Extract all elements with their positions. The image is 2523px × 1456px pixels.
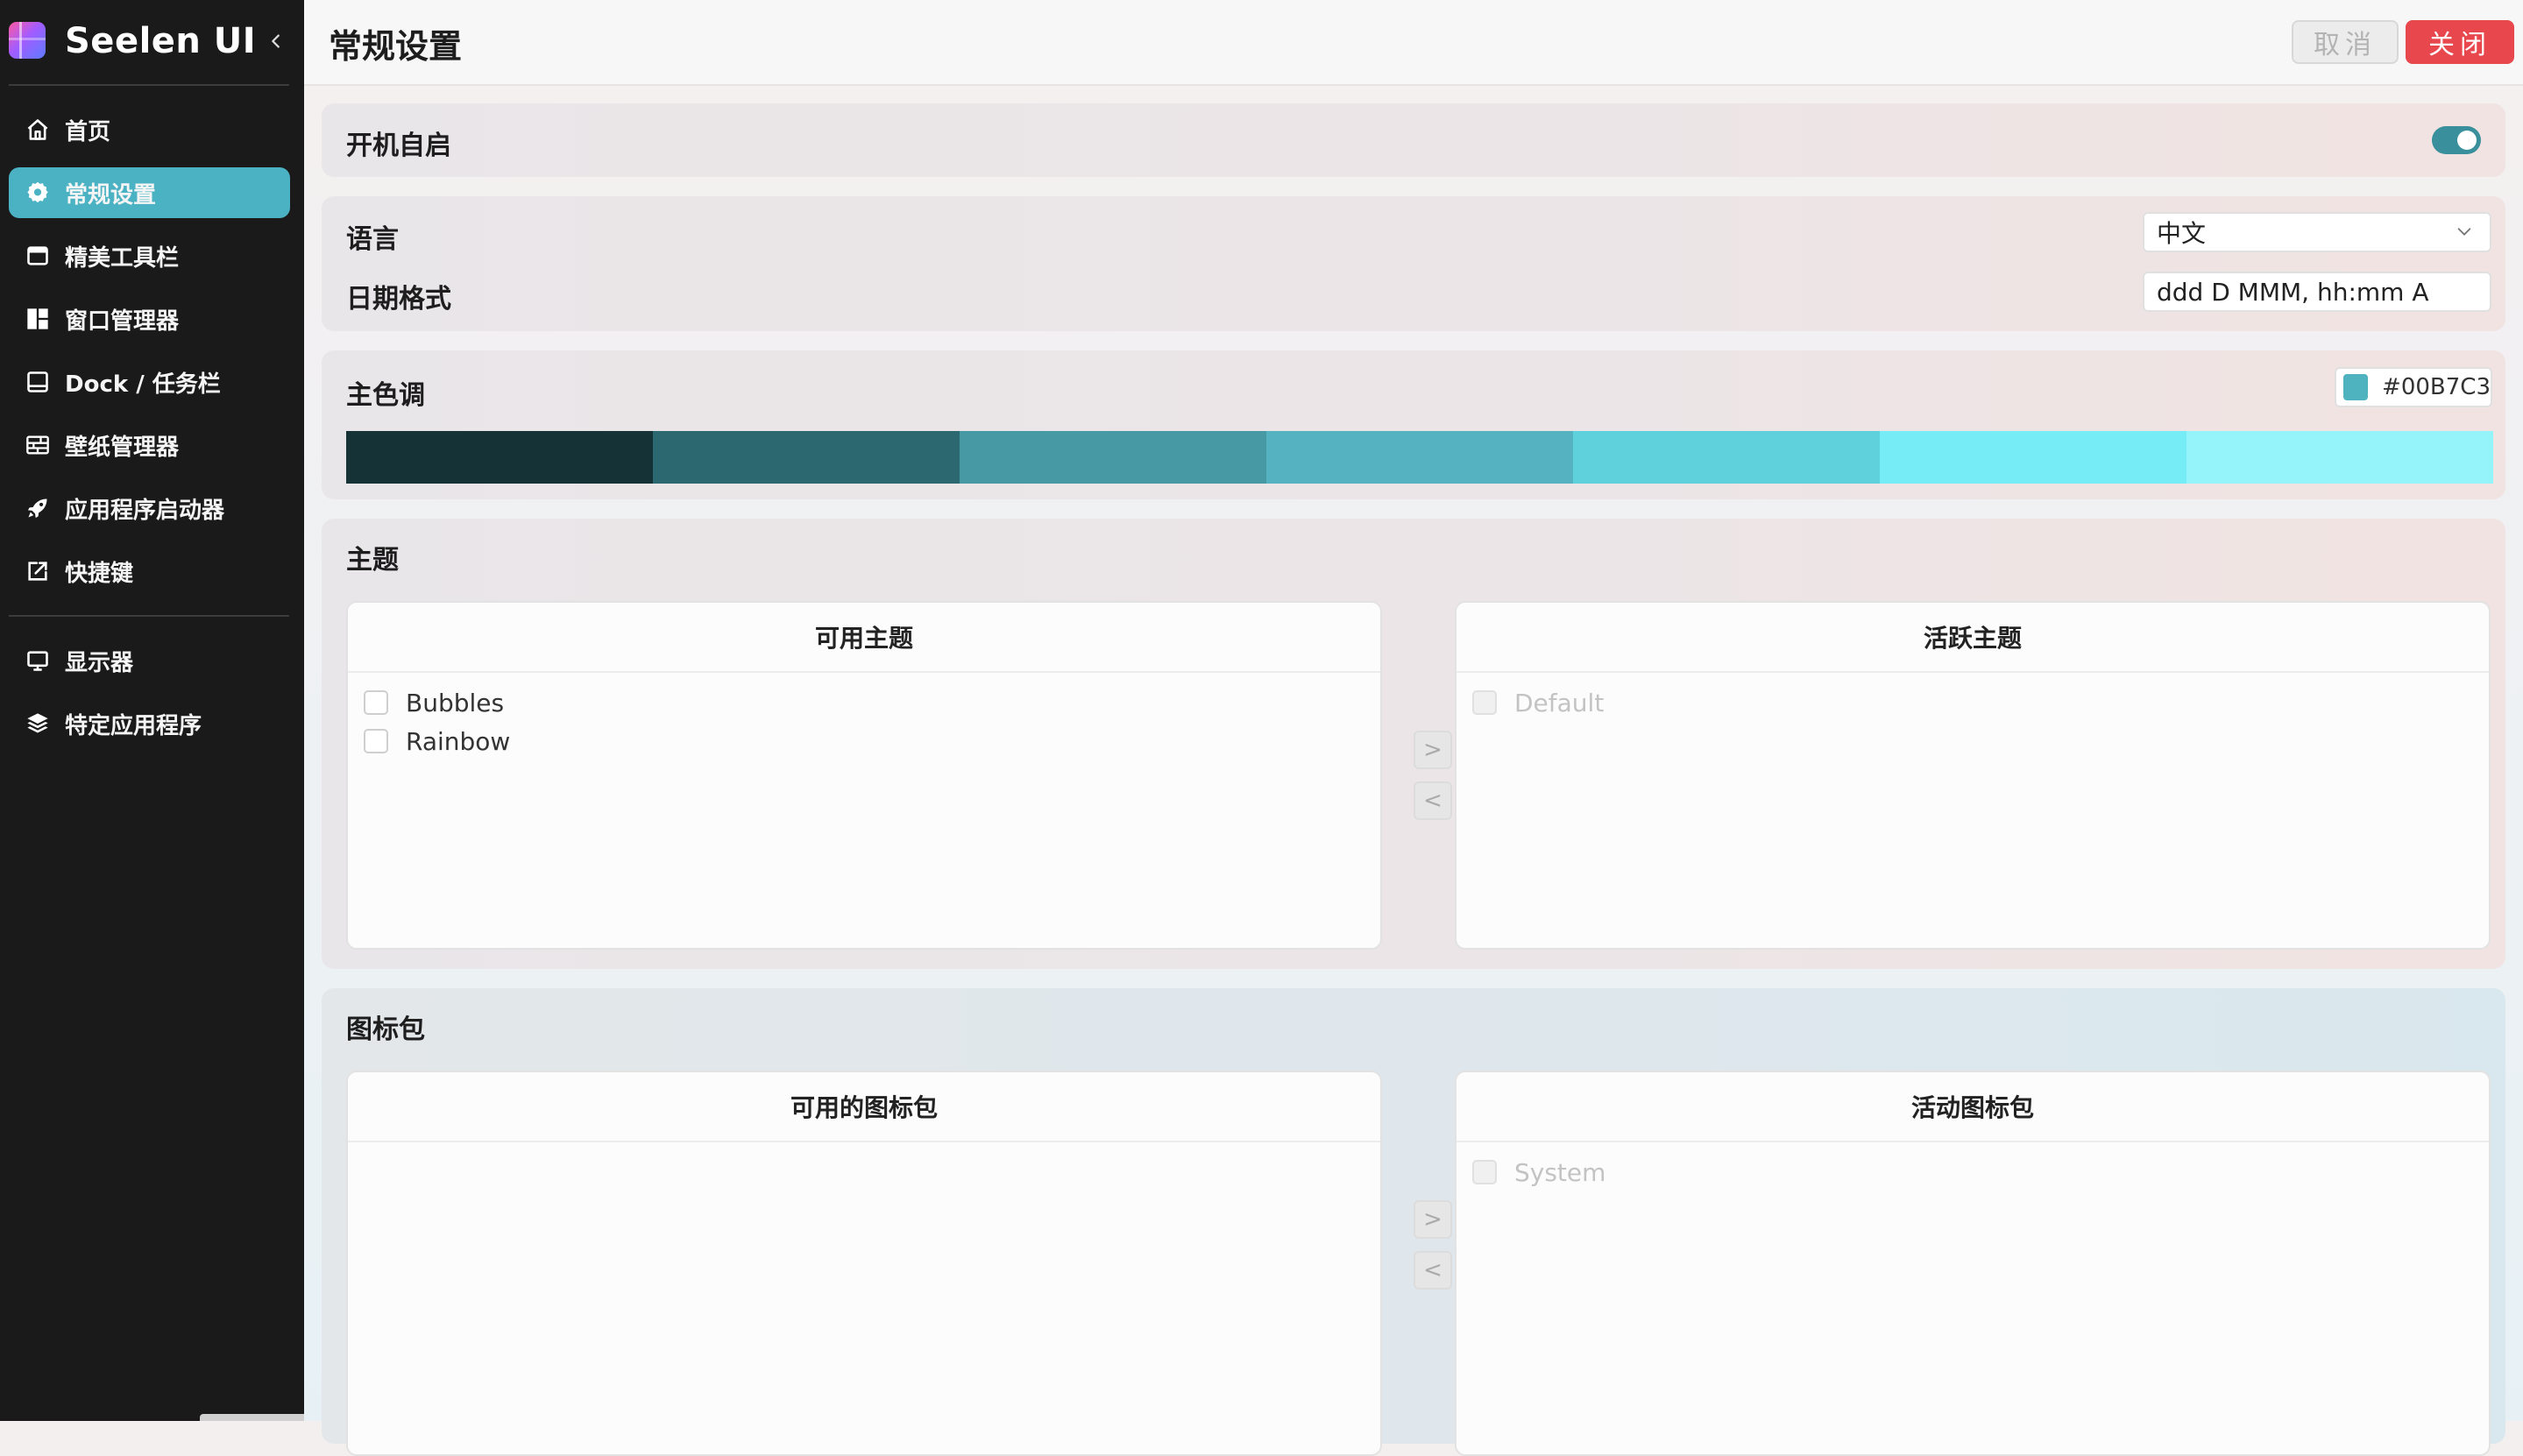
sidebar-item-label: 显示器 bbox=[65, 649, 134, 676]
accent-label: 主色调 bbox=[346, 380, 425, 411]
gear-icon bbox=[23, 178, 53, 208]
move-right-button[interactable]: > bbox=[1414, 1200, 1452, 1239]
chevron-left-icon bbox=[272, 34, 280, 48]
sidebar-item-monitors[interactable]: 显示器 bbox=[9, 635, 290, 686]
palette-swatch-2[interactable] bbox=[653, 431, 960, 484]
language-select[interactable]: 中文 bbox=[2143, 212, 2491, 252]
sidebar-item-label: 精美工具栏 bbox=[65, 244, 180, 272]
icon-packs-label: 图标包 bbox=[346, 1014, 425, 1045]
palette-swatch-1[interactable] bbox=[346, 431, 653, 484]
active-themes-title: 活跃主题 bbox=[1456, 603, 2489, 673]
settings-content: 开机自启 语言 中文 日期格式 ddd D MMM, hh:mm A 主色调 #… bbox=[304, 86, 2523, 1456]
sidebar-item-fancy-toolbar[interactable]: 精美工具栏 bbox=[9, 230, 290, 281]
move-right-button[interactable]: > bbox=[1414, 731, 1452, 769]
collapse-sidebar-button[interactable] bbox=[259, 24, 294, 59]
icon-pack-name: System bbox=[1514, 1157, 1606, 1187]
window-manager-icon bbox=[23, 304, 53, 334]
move-left-button[interactable]: < bbox=[1414, 781, 1452, 820]
sidebar-item-label: Dock / 任务栏 bbox=[65, 371, 221, 398]
sidebar-item-window-manager[interactable]: 窗口管理器 bbox=[9, 293, 290, 344]
close-button[interactable]: 关闭 bbox=[2406, 20, 2514, 64]
layers-icon bbox=[23, 709, 53, 739]
icon-pack-item-system: System bbox=[1456, 1153, 2489, 1191]
checkbox[interactable] bbox=[364, 690, 388, 715]
home-icon bbox=[23, 115, 53, 145]
brand-title: Seelen UI bbox=[65, 21, 257, 61]
dock-icon bbox=[23, 367, 53, 397]
accent-swatch bbox=[2343, 374, 2369, 400]
brand: Seelen UI bbox=[9, 19, 289, 63]
sidebar-item-dock[interactable]: Dock / 任务栏 bbox=[9, 357, 290, 407]
cancel-button[interactable]: 取消 bbox=[2292, 20, 2399, 64]
sidebar-item-label: 首页 bbox=[65, 118, 111, 145]
palette-swatch-3[interactable] bbox=[960, 431, 1266, 484]
autostart-toggle[interactable] bbox=[2432, 126, 2481, 154]
theme-name: Bubbles bbox=[406, 688, 505, 717]
checkbox bbox=[1472, 690, 1497, 715]
language-value: 中文 bbox=[2157, 219, 2207, 248]
toolbar-icon bbox=[23, 241, 53, 271]
accent-palette bbox=[346, 431, 2493, 484]
checkbox bbox=[1472, 1160, 1497, 1184]
theme-name: Default bbox=[1514, 688, 1605, 717]
sidebar-item-shortcuts[interactable]: 快捷键 bbox=[9, 546, 290, 597]
seelen-logo-icon bbox=[9, 22, 46, 59]
sidebar-item-label: 常规设置 bbox=[65, 181, 157, 209]
available-themes-title: 可用主题 bbox=[348, 603, 1380, 673]
sidebar-item-label: 窗口管理器 bbox=[65, 307, 180, 335]
available-icon-packs-title: 可用的图标包 bbox=[348, 1072, 1380, 1142]
theme-item-rainbow[interactable]: Rainbow bbox=[348, 722, 1380, 760]
sidebar-item-specific-apps[interactable]: 特定应用程序 bbox=[9, 698, 290, 749]
checkbox[interactable] bbox=[364, 729, 388, 753]
sidebar-item-label: 特定应用程序 bbox=[65, 712, 202, 739]
palette-swatch-7[interactable] bbox=[2186, 431, 2493, 484]
page-title: 常规设置 bbox=[329, 27, 463, 66]
accent-card: 主色调 #00B7C3 bbox=[322, 350, 2505, 499]
language-label: 语言 bbox=[346, 224, 399, 255]
date-format-value: ddd D MMM, hh:mm A bbox=[2157, 277, 2429, 307]
sidebar-item-home[interactable]: 首页 bbox=[9, 104, 290, 155]
sidebar-item-general[interactable]: 常规设置 bbox=[9, 167, 290, 218]
accent-color-picker[interactable]: #00B7C3 bbox=[2335, 367, 2492, 407]
theme-item-bubbles[interactable]: Bubbles bbox=[348, 683, 1380, 722]
available-themes-list: 可用主题 Bubbles Rainbow bbox=[346, 601, 1382, 950]
sidebar-divider bbox=[9, 615, 289, 617]
monitor-icon bbox=[23, 646, 53, 675]
rocket-icon bbox=[23, 493, 53, 523]
date-format-input[interactable]: ddd D MMM, hh:mm A bbox=[2143, 272, 2491, 312]
sidebar-item-label: 应用程序启动器 bbox=[65, 497, 225, 524]
sidebar-item-label: 壁纸管理器 bbox=[65, 434, 180, 461]
available-icon-packs-list: 可用的图标包 bbox=[346, 1071, 1382, 1456]
accent-value: #00B7C3 bbox=[2382, 374, 2491, 400]
sidebar: Seelen UI 首页 常规设置 精美工具栏 窗口管理器 Dock / 任务栏 bbox=[0, 0, 304, 1421]
sidebar-divider bbox=[9, 84, 289, 86]
theme-item-default: Default bbox=[1456, 683, 2489, 722]
sidebar-item-label: 快捷键 bbox=[65, 560, 134, 587]
move-left-button[interactable]: < bbox=[1414, 1251, 1452, 1290]
scroll-hint bbox=[200, 1414, 304, 1421]
palette-swatch-4[interactable] bbox=[1266, 431, 1573, 484]
date-format-label: 日期格式 bbox=[346, 284, 451, 315]
sidebar-item-wallpaper[interactable]: 壁纸管理器 bbox=[9, 420, 290, 470]
shortcut-icon bbox=[23, 556, 53, 586]
theme-name: Rainbow bbox=[406, 726, 511, 756]
active-icon-packs-title: 活动图标包 bbox=[1456, 1072, 2489, 1142]
palette-swatch-6[interactable] bbox=[1880, 431, 2186, 484]
sidebar-item-app-launcher[interactable]: 应用程序启动器 bbox=[9, 483, 290, 534]
autostart-card: 开机自启 bbox=[322, 103, 2505, 177]
icon-packs-card: 图标包 可用的图标包 > < 活动图标包 System bbox=[322, 988, 2505, 1456]
active-themes-list: 活跃主题 Default bbox=[1455, 601, 2491, 950]
chevron-down-icon bbox=[2457, 228, 2471, 236]
locale-card: 语言 中文 日期格式 ddd D MMM, hh:mm A bbox=[322, 196, 2505, 331]
wallpaper-icon bbox=[23, 430, 53, 460]
palette-swatch-5[interactable] bbox=[1573, 431, 1880, 484]
active-icon-packs-list: 活动图标包 System bbox=[1455, 1071, 2491, 1456]
header: 常规设置 取消 关闭 bbox=[304, 0, 2523, 86]
themes-label: 主题 bbox=[346, 545, 399, 576]
themes-card: 主题 可用主题 Bubbles Rainbow > < 活跃主题 Default bbox=[322, 519, 2505, 969]
autostart-label: 开机自启 bbox=[346, 131, 451, 161]
